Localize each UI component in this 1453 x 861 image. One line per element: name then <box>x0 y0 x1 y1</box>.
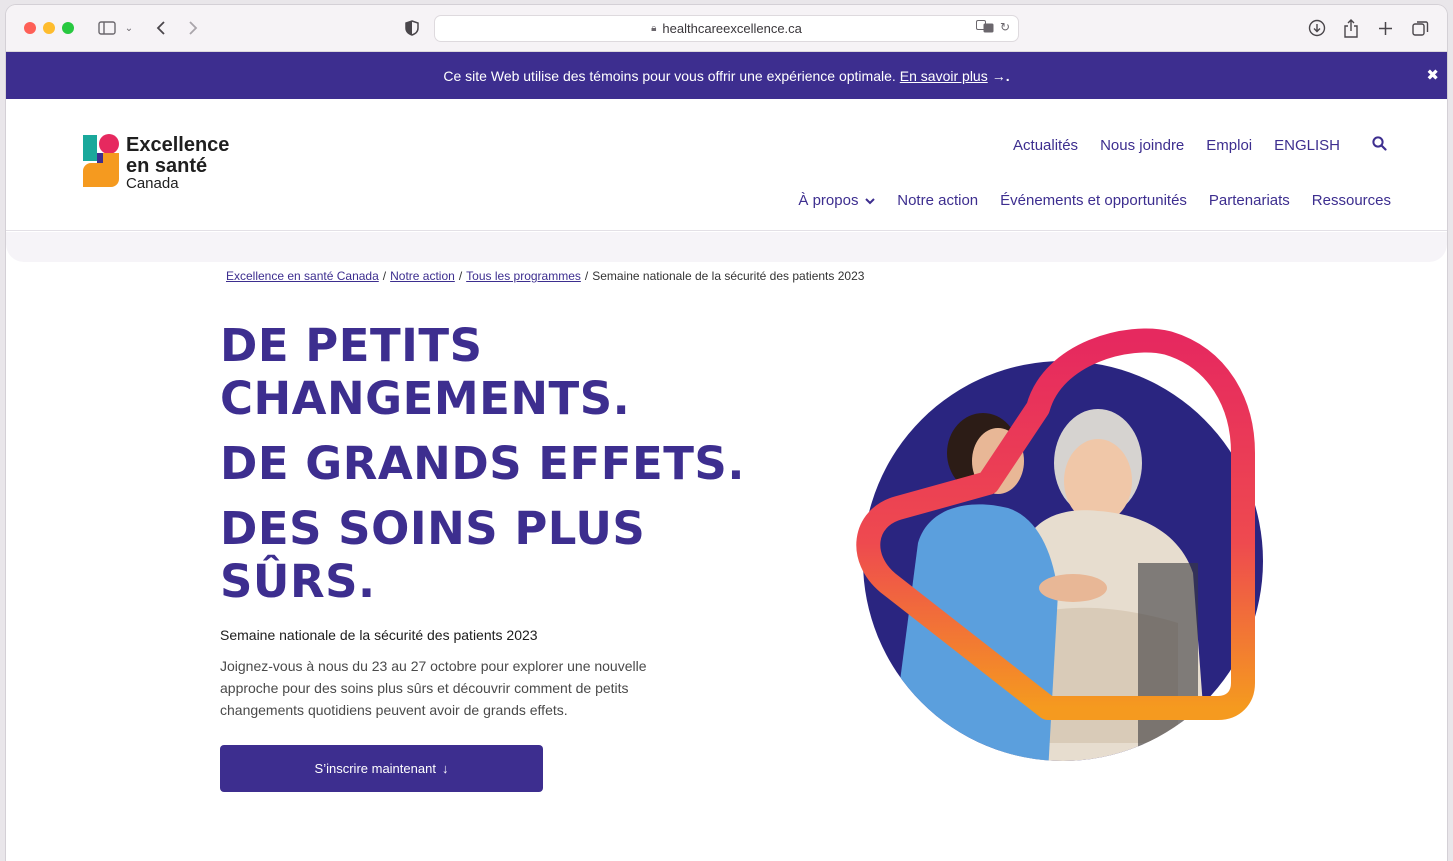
nav-news[interactable]: Actualités <box>1013 137 1078 154</box>
hero-title: DE PETITS CHANGEMENTS. DE GRANDS EFFETS.… <box>220 319 780 608</box>
register-now-button[interactable]: S’inscrire maintenant ↓ <box>220 745 543 792</box>
learn-more-link[interactable]: En savoir plus <box>900 68 988 84</box>
nav-contact[interactable]: Nous joindre <box>1100 137 1184 154</box>
utility-nav: Actualités Nous joindre Emploi ENGLISH <box>1013 136 1387 155</box>
forward-icon[interactable] <box>183 17 203 39</box>
sidebar-toggle-icon[interactable] <box>96 17 118 39</box>
site-header: Excellence en santé Canada Actualités No… <box>6 99 1447 231</box>
chevron-down-icon[interactable]: ⌄ <box>122 17 136 39</box>
chevron-down-icon <box>862 197 875 208</box>
nav-about[interactable]: À propos <box>798 192 875 209</box>
new-tab-icon[interactable] <box>1374 17 1396 39</box>
address-bar[interactable]: 🔒︎ healthcareexcellence.ca ↻ <box>434 15 1019 42</box>
hero-image <box>856 328 1263 761</box>
logo-line-1: Excellence <box>126 134 230 156</box>
breadcrumb-home[interactable]: Excellence en santé Canada <box>226 269 379 283</box>
hero-description: Joignez-vous à nous du 23 au 27 octobre … <box>220 658 647 718</box>
browser-toolbar: ⌄ 🔒︎ healthcareexcellence.ca ↻ <box>6 5 1447 52</box>
reload-icon[interactable]: ↻ <box>1000 20 1010 36</box>
cookie-text: Ce site Web utilise des témoins pour vou… <box>443 67 896 84</box>
nav-about-label: À propos <box>798 192 859 209</box>
nav-partnerships[interactable]: Partenariats <box>1209 192 1290 209</box>
search-icon[interactable] <box>1372 136 1387 155</box>
header-band <box>6 232 1447 262</box>
nav-resources[interactable]: Ressources <box>1312 192 1391 209</box>
logo-line-3: Canada <box>126 175 179 192</box>
breadcrumb-separator: / <box>458 269 463 283</box>
site-logo[interactable]: Excellence en santé Canada <box>81 133 251 193</box>
breadcrumb: Excellence en santé Canada / Notre action /… <box>226 269 864 283</box>
nav-events[interactable]: Événements et opportunités <box>1000 192 1187 209</box>
close-icon[interactable]: ✖ <box>1426 66 1439 84</box>
hero-title-line-2: CHANGEMENTS. <box>220 372 631 425</box>
breadcrumb-separator: / <box>382 269 387 283</box>
browser-window: ⌄ 🔒︎ healthcareexcellence.ca ↻ Ce site W… <box>6 5 1447 861</box>
patient-face <box>1064 439 1132 523</box>
hero-title-line-4: DES SOINS PLUS <box>220 502 646 555</box>
breadcrumb-all-programs[interactable]: Tous les programmes <box>466 269 581 283</box>
lock-icon: 🔒︎ <box>651 23 657 34</box>
register-now-label: S’inscrire maintenant <box>314 761 436 776</box>
share-icon[interactable] <box>1340 17 1362 39</box>
nav-our-action[interactable]: Notre action <box>897 192 978 209</box>
arrow-down-icon: ↓ <box>441 761 449 776</box>
tab-overview-icon[interactable] <box>1409 17 1431 39</box>
hero-title-line-1: DE PETITS <box>220 319 483 372</box>
cookie-banner: Ce site Web utilise des témoins pour vou… <box>6 52 1447 99</box>
close-window-button[interactable] <box>24 22 36 34</box>
logo-line-2: en santé <box>126 155 208 177</box>
breadcrumb-our-action[interactable]: Notre action <box>390 269 455 283</box>
hands <box>1039 574 1107 602</box>
url-text: healthcareexcellence.ca <box>662 21 802 36</box>
download-icon[interactable] <box>1306 17 1328 39</box>
logo-wordmark: Excellence en santé Canada <box>126 134 230 192</box>
zoom-window-button[interactable] <box>62 22 74 34</box>
nav-english[interactable]: ENGLISH <box>1274 137 1340 154</box>
back-icon[interactable] <box>151 17 171 39</box>
breadcrumb-separator: / <box>584 269 589 283</box>
hero-title-line-5: SÛRS. <box>220 555 376 608</box>
hero-subheading: Semaine nationale de la sécurité des pat… <box>220 627 538 643</box>
translate-icon[interactable] <box>975 20 994 36</box>
privacy-shield-icon[interactable] <box>402 17 422 39</box>
arrow-right-icon: →. <box>991 67 1010 84</box>
hero-title-line-3: DE GRANDS EFFETS. <box>220 437 745 490</box>
minimize-window-button[interactable] <box>43 22 55 34</box>
wheelchair <box>1138 563 1198 761</box>
main-nav: À propos Notre action Événements et oppo… <box>798 192 1391 209</box>
breadcrumb-current: Semaine nationale de la sécurité des pat… <box>592 269 865 283</box>
nav-careers[interactable]: Emploi <box>1206 137 1252 154</box>
logo-mark-icon <box>83 134 119 187</box>
